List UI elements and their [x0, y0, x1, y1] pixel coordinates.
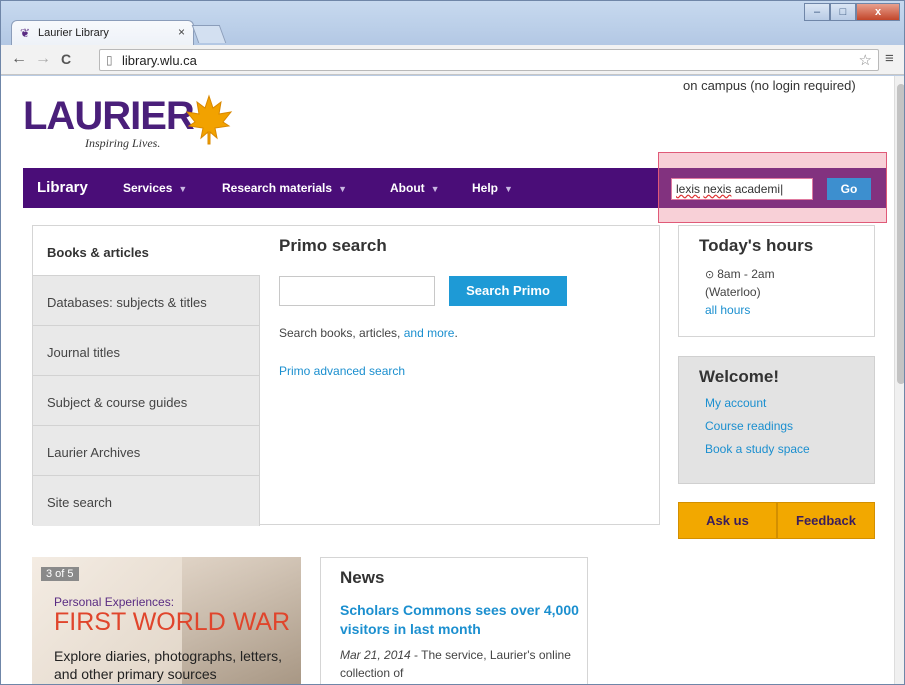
nav-brand-library[interactable]: Library: [37, 179, 88, 196]
site-search-input[interactable]: lexis nexis academi|: [671, 178, 813, 200]
primo-desc-text: Search books, articles,: [279, 326, 404, 340]
tab-laurier-archives[interactable]: Laurier Archives: [33, 426, 260, 476]
campus-note: on campus (no login required): [683, 78, 856, 93]
clock-icon: ⊙: [705, 269, 715, 281]
tab-journal-titles[interactable]: Journal titles: [33, 326, 260, 376]
primo-title: Primo search: [279, 236, 387, 255]
tab-title: Laurier Library: [38, 27, 109, 39]
caret-down-icon: ▼: [430, 184, 440, 194]
news-title: News: [340, 568, 385, 587]
nav-item-help[interactable]: Help ▼: [472, 181, 513, 195]
nav-item-label: Research materials: [222, 181, 333, 195]
tab-close-icon[interactable]: ×: [178, 25, 185, 39]
nav-item-about[interactable]: About ▼: [390, 181, 440, 195]
maximize-button[interactable]: □: [830, 3, 856, 21]
search-primo-button[interactable]: Search Primo: [449, 276, 567, 306]
title-bar: ❦ Laurier Library × – □ x: [1, 1, 904, 45]
forward-arrow-icon[interactable]: →: [35, 50, 51, 68]
nav-item-services[interactable]: Services ▼: [123, 181, 187, 195]
leaf-favicon-icon: ❦: [20, 26, 31, 40]
caret-down-icon: ▼: [338, 184, 347, 194]
close-button[interactable]: x: [856, 3, 900, 21]
hours-time: ⊙ 8am - 2am (Waterloo): [705, 266, 775, 301]
news-date: Mar 21, 2014: [340, 648, 411, 662]
ask-us-button[interactable]: Ask us: [678, 502, 777, 539]
nav-item-research-materials[interactable]: Research materials ▼: [222, 181, 347, 195]
logo-wordmark: LAURIER: [23, 94, 195, 138]
page-viewport: on campus (no login required) LAURIER In…: [1, 76, 894, 684]
back-arrow-icon[interactable]: ←: [11, 50, 27, 68]
search-word: nexis: [703, 182, 732, 196]
tab-databases[interactable]: Databases: subjects & titles: [33, 276, 260, 326]
and-more-link[interactable]: and more: [404, 326, 455, 340]
feedback-button[interactable]: Feedback: [777, 502, 875, 539]
browser-toolbar: ← → C ▯ library.wlu.ca ☆ ≡: [1, 45, 904, 75]
slide-title: FIRST WORLD WAR: [54, 608, 291, 636]
maple-leaf-icon: [185, 94, 233, 145]
feature-carousel[interactable]: 3 of 5 Personal Experiences: FIRST WORLD…: [32, 557, 301, 684]
book-study-space-link[interactable]: Book a study space: [705, 442, 810, 456]
news-box: News Scholars Commons sees over 4,000 vi…: [320, 557, 588, 684]
hours-value: 8am - 2am: [717, 267, 775, 281]
tab-subject-guides[interactable]: Subject & course guides: [33, 376, 260, 426]
scrollbar-thumb[interactable]: [897, 84, 904, 384]
caret-down-icon: ▼: [178, 184, 188, 194]
reload-icon[interactable]: C: [61, 51, 71, 67]
todays-hours-box: Today's hours ⊙ 8am - 2am (Waterloo) all …: [678, 225, 875, 337]
laurier-logo[interactable]: LAURIER Inspiring Lives.: [23, 94, 253, 154]
tab-books-articles[interactable]: Books & articles: [33, 226, 260, 276]
my-account-link[interactable]: My account: [705, 396, 766, 410]
nav-item-label: Help: [472, 181, 499, 195]
menu-icon[interactable]: ≡: [885, 50, 894, 67]
tab-site-search[interactable]: Site search: [33, 476, 260, 526]
search-text-rest: academi: [731, 182, 781, 196]
search-tabs-panel: Books & articles Databases: subjects & t…: [32, 225, 660, 526]
go-button[interactable]: Go: [827, 178, 871, 200]
slide-kicker: Personal Experiences:: [54, 595, 175, 609]
caret-down-icon: ▼: [504, 184, 513, 194]
news-headline-link[interactable]: Scholars Commons sees over 4,000 visitor…: [340, 601, 580, 639]
bookmark-star-icon[interactable]: ☆: [859, 51, 872, 69]
welcome-title: Welcome!: [699, 367, 779, 386]
url-text: library.wlu.ca: [122, 53, 197, 68]
address-bar[interactable]: ▯ library.wlu.ca ☆: [99, 49, 879, 71]
slide-counter: 3 of 5: [41, 567, 79, 581]
slide-body: Explore diaries, photographs, letters, a…: [54, 648, 283, 682]
nav-item-label: Services: [123, 181, 173, 195]
primo-search-input[interactable]: [279, 276, 435, 306]
all-hours-link[interactable]: all hours: [705, 303, 750, 317]
browser-window: ❦ Laurier Library × – □ x ← → C ▯ librar…: [0, 0, 905, 685]
primo-description: Search books, articles, and more.: [279, 326, 458, 340]
primo-advanced-link[interactable]: Primo advanced search: [279, 364, 405, 378]
window-controls: – □ x: [804, 3, 900, 21]
hours-location: (Waterloo): [705, 285, 761, 299]
primo-desc-end: .: [454, 326, 458, 340]
search-word: lexis: [676, 182, 701, 196]
minimize-button[interactable]: –: [804, 3, 830, 21]
page-icon: ▯: [106, 53, 113, 67]
logo-tagline: Inspiring Lives.: [85, 136, 161, 150]
nav-item-label: About: [390, 181, 425, 195]
browser-tab[interactable]: ❦ Laurier Library ×: [11, 20, 194, 45]
course-readings-link[interactable]: Course readings: [705, 419, 793, 433]
vertical-scrollbar[interactable]: [894, 76, 904, 684]
news-body: Mar 21, 2014 - The service, Laurier's on…: [340, 646, 580, 682]
welcome-box: Welcome! My account Course readings Book…: [678, 356, 875, 484]
new-tab-button[interactable]: [191, 25, 227, 43]
hours-title: Today's hours: [699, 236, 814, 255]
